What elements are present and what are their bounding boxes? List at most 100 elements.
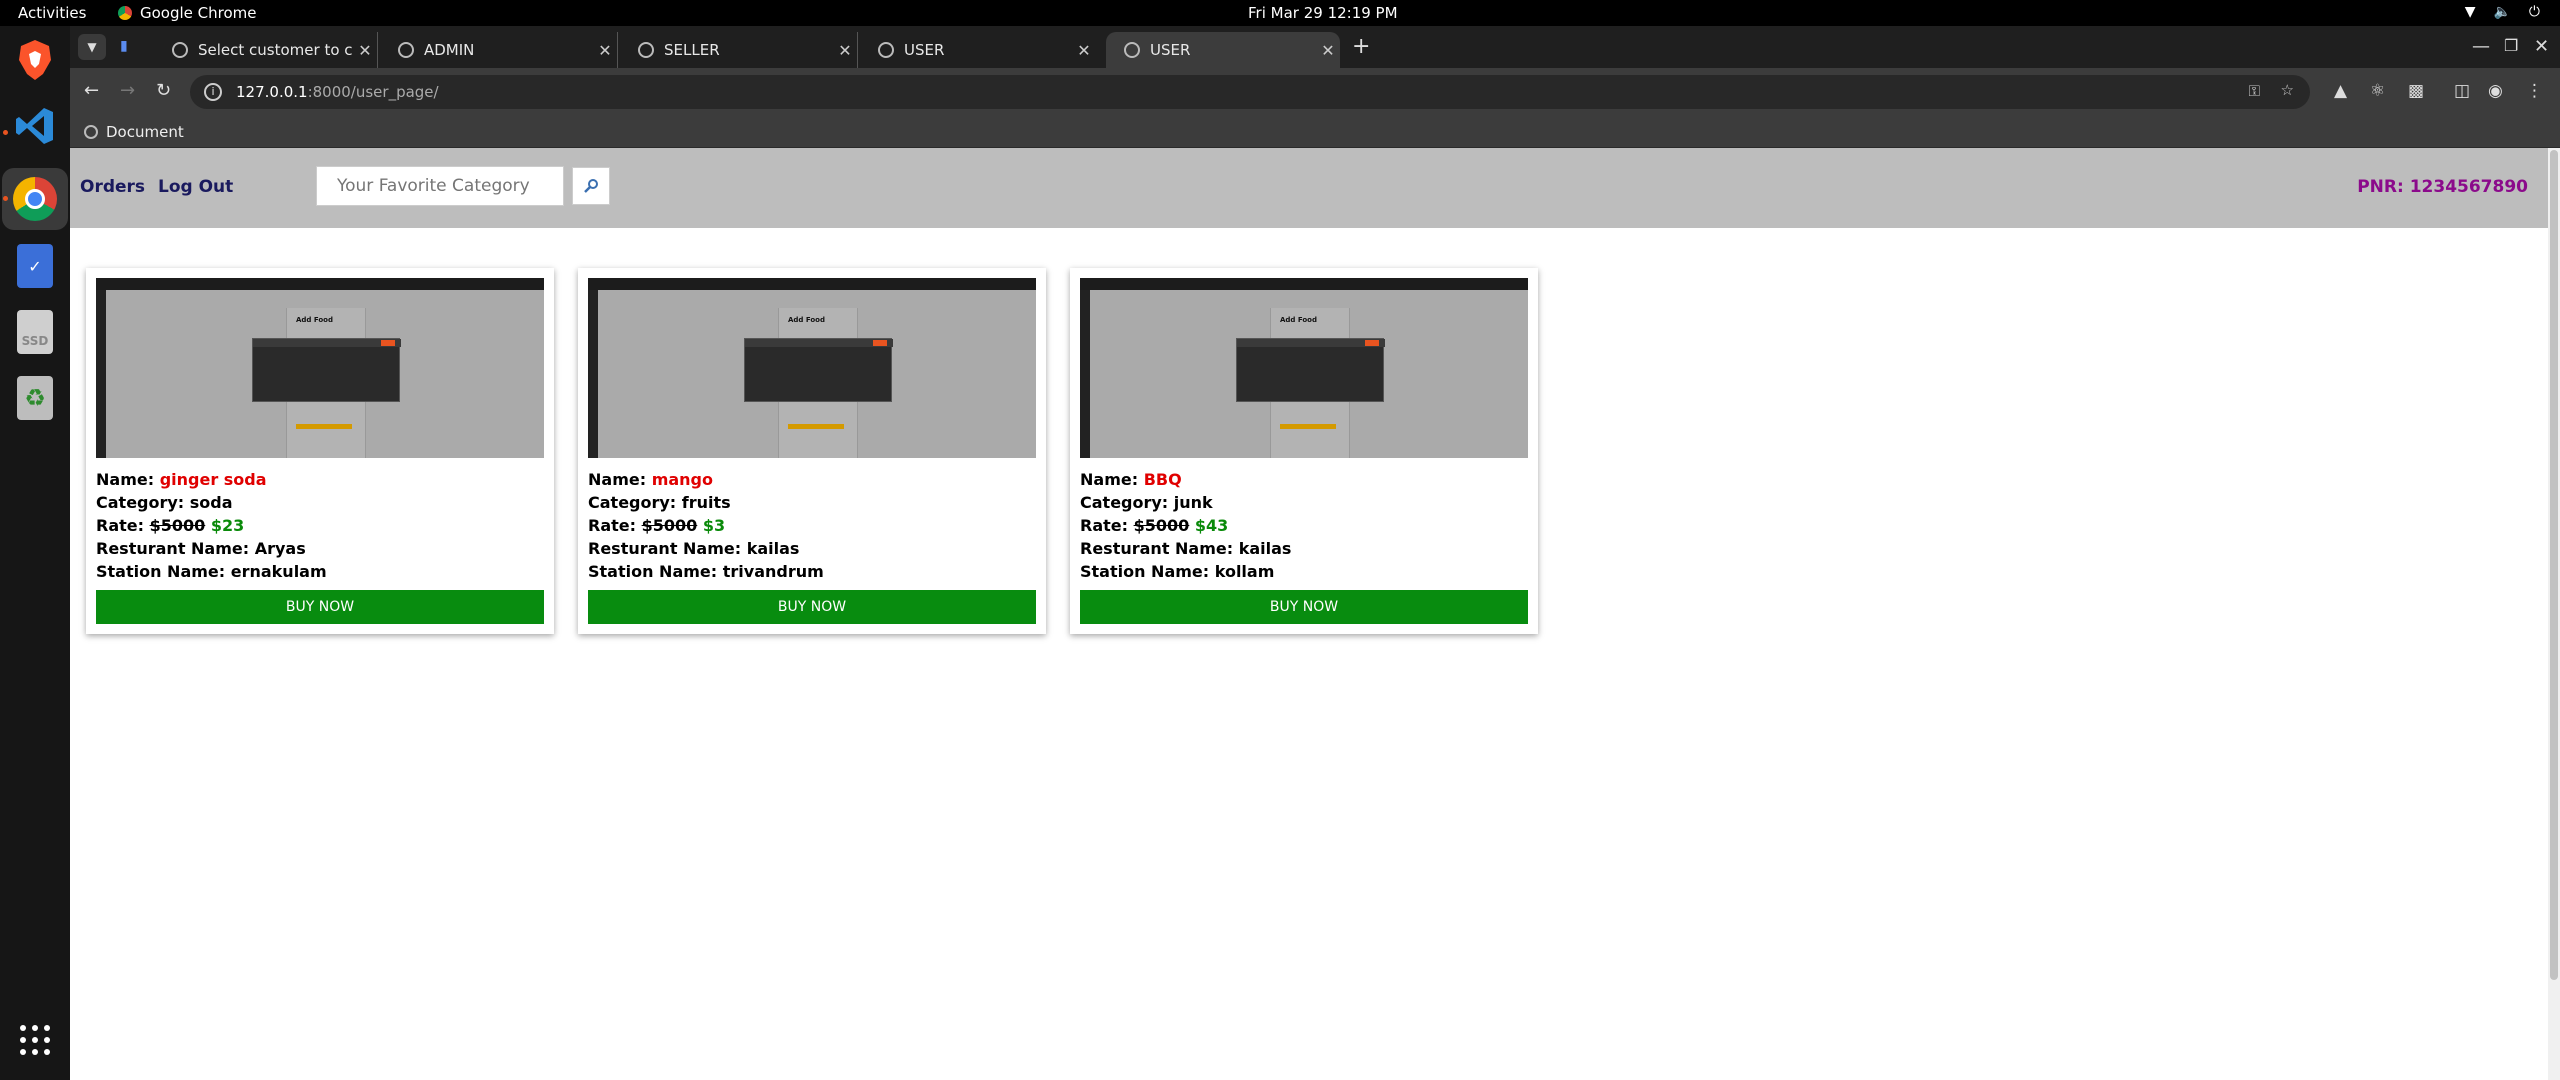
product-old-price: $5000 [1133, 516, 1190, 535]
product-station-row: Station Name: ernakulam [96, 562, 327, 581]
new-tab-button[interactable]: + [1352, 34, 1370, 59]
product-category-row: Category: fruits [588, 493, 731, 512]
globe-icon [1124, 42, 1140, 58]
close-icon[interactable]: ✕ [1316, 41, 1340, 60]
window-close-icon[interactable]: ✕ [2534, 36, 2549, 57]
wifi-icon: ▼ [2464, 4, 2476, 20]
minimize-icon[interactable]: — [2472, 36, 2490, 57]
maximize-icon[interactable]: ❐ [2504, 36, 2518, 55]
pinned-tab-icon[interactable]: ▮ [120, 38, 128, 54]
url-path: :8000/user_page/ [307, 83, 439, 101]
url-host: 127.0.0.1 [236, 83, 308, 101]
product-restaurant: kailas [1238, 539, 1292, 558]
close-icon[interactable]: ✕ [833, 41, 857, 60]
power-icon: ⏻ [2528, 4, 2540, 20]
product-image: Add Food [96, 278, 544, 458]
search-button[interactable] [572, 167, 610, 205]
scrollbar-thumb[interactable] [2550, 150, 2558, 980]
product-image-caption: Add Food [788, 316, 826, 324]
forward-icon[interactable]: → [120, 80, 135, 101]
product-name-row: Name: mango [588, 470, 713, 489]
close-icon[interactable]: ✕ [353, 41, 377, 60]
product-station: kollam [1214, 562, 1275, 581]
product-name-row: Name: ginger soda [96, 470, 267, 489]
product-card: Add Food Name: mango Category: fruits Ra… [578, 268, 1046, 634]
tab-title: USER [904, 41, 945, 59]
product-card: Add Food Name: BBQ Category: junk Rate: … [1070, 268, 1538, 634]
category-search-input[interactable] [316, 166, 564, 206]
react-devtools-icon[interactable]: ⚛ [2370, 81, 2385, 101]
clock[interactable]: Fri Mar 29 12:19 PM [1248, 4, 1398, 22]
globe-icon [84, 125, 98, 139]
vscode-icon[interactable] [11, 102, 59, 150]
product-old-price: $5000 [641, 516, 698, 535]
profile-avatar-icon[interactable]: ◉ [2488, 81, 2503, 101]
buy-now-button[interactable]: BUY NOW [96, 590, 544, 624]
globe-icon [398, 42, 414, 58]
logout-link[interactable]: Log Out [158, 177, 233, 197]
browser-window: ▼ ▮ Select customer to chang ✕ ADMIN ✕ S… [70, 26, 2560, 1080]
running-indicator [3, 196, 8, 201]
tab-search-button[interactable]: ▼ [78, 34, 106, 60]
tab-user[interactable]: USER ✕ [860, 32, 1096, 68]
tab-user-active[interactable]: USER ✕ [1106, 32, 1340, 68]
product-name: mango [651, 470, 713, 489]
activities-button[interactable]: Activities [18, 4, 86, 22]
product-rate-row: Rate: $5000 $43 [1080, 516, 1229, 535]
buy-now-button[interactable]: BUY NOW [588, 590, 1036, 624]
password-key-icon[interactable]: ⚿ [2249, 82, 2260, 100]
close-icon[interactable]: ✕ [1072, 41, 1096, 60]
side-panel-icon[interactable]: ◫ [2454, 81, 2470, 101]
product-category: fruits [681, 493, 731, 512]
product-image: Add Food [588, 278, 1036, 458]
pnr-number: PNR: 1234567890 [2357, 177, 2528, 197]
app-menu[interactable]: Google Chrome [118, 4, 257, 22]
buy-now-button[interactable]: BUY NOW [1080, 590, 1528, 624]
app-name-label: Google Chrome [140, 4, 257, 22]
show-apps-icon[interactable] [11, 1016, 59, 1064]
product-category-row: Category: soda [96, 493, 233, 512]
page-viewport: Orders Log Out PNR: 1234567890 Add Food … [70, 148, 2548, 1080]
tab-admin[interactable]: ADMIN ✕ [380, 32, 618, 68]
site-info-icon[interactable]: i [204, 83, 222, 101]
address-bar[interactable]: i 127.0.0.1 :8000/user_page/ ⚿ ☆ [190, 75, 2310, 109]
product-image-caption: Add Food [296, 316, 334, 324]
chrome-icon [118, 6, 132, 20]
volume-icon: 🔈 [2493, 4, 2511, 20]
product-category: soda [189, 493, 233, 512]
orders-link[interactable]: Orders [80, 177, 145, 197]
product-station-row: Station Name: trivandrum [588, 562, 824, 581]
product-rate-row: Rate: $5000 $23 [96, 516, 245, 535]
product-station: trivandrum [722, 562, 824, 581]
tab-select-customer[interactable]: Select customer to chang ✕ [154, 32, 378, 68]
product-old-price: $5000 [149, 516, 206, 535]
system-tray[interactable]: ▼ 🔈 ⏻ [2465, 4, 2540, 20]
product-category: junk [1173, 493, 1213, 512]
trash-icon[interactable]: ♻ [11, 374, 59, 422]
product-image-caption: Add Food [1280, 316, 1318, 324]
product-restaurant: kailas [746, 539, 800, 558]
product-category-row: Category: junk [1080, 493, 1213, 512]
tab-seller[interactable]: SELLER ✕ [620, 32, 858, 68]
product-station-row: Station Name: kollam [1080, 562, 1275, 581]
close-icon[interactable]: ✕ [593, 41, 617, 60]
product-card: Add Food Name: ginger soda Category: sod… [86, 268, 554, 634]
reload-icon[interactable]: ↻ [156, 80, 171, 101]
product-info: Name: BBQ Category: junk Rate: $5000 $43… [1080, 468, 1291, 583]
drive-icon[interactable]: SSD [11, 308, 59, 356]
dock: ✓ SSD ♻ [0, 26, 70, 1080]
menu-icon[interactable]: ⋮ [2526, 81, 2543, 101]
extensions-puzzle-icon[interactable]: ▩ [2408, 81, 2424, 101]
tasks-icon[interactable]: ✓ [11, 242, 59, 290]
back-icon[interactable]: ← [84, 80, 99, 101]
brave-icon[interactable] [11, 36, 59, 84]
system-top-bar: Activities Google Chrome Fri Mar 29 12:1… [0, 0, 2560, 26]
bookmarks-bar: Document [70, 116, 2560, 148]
page-scrollbar[interactable] [2548, 148, 2560, 1080]
product-station: ernakulam [230, 562, 327, 581]
globe-icon [878, 42, 894, 58]
chrome-dock-icon[interactable] [11, 175, 59, 223]
bookmark-document[interactable]: Document [84, 123, 184, 141]
extension-icon[interactable]: ▲ [2334, 81, 2347, 101]
bookmark-star-icon[interactable]: ☆ [2281, 81, 2294, 99]
